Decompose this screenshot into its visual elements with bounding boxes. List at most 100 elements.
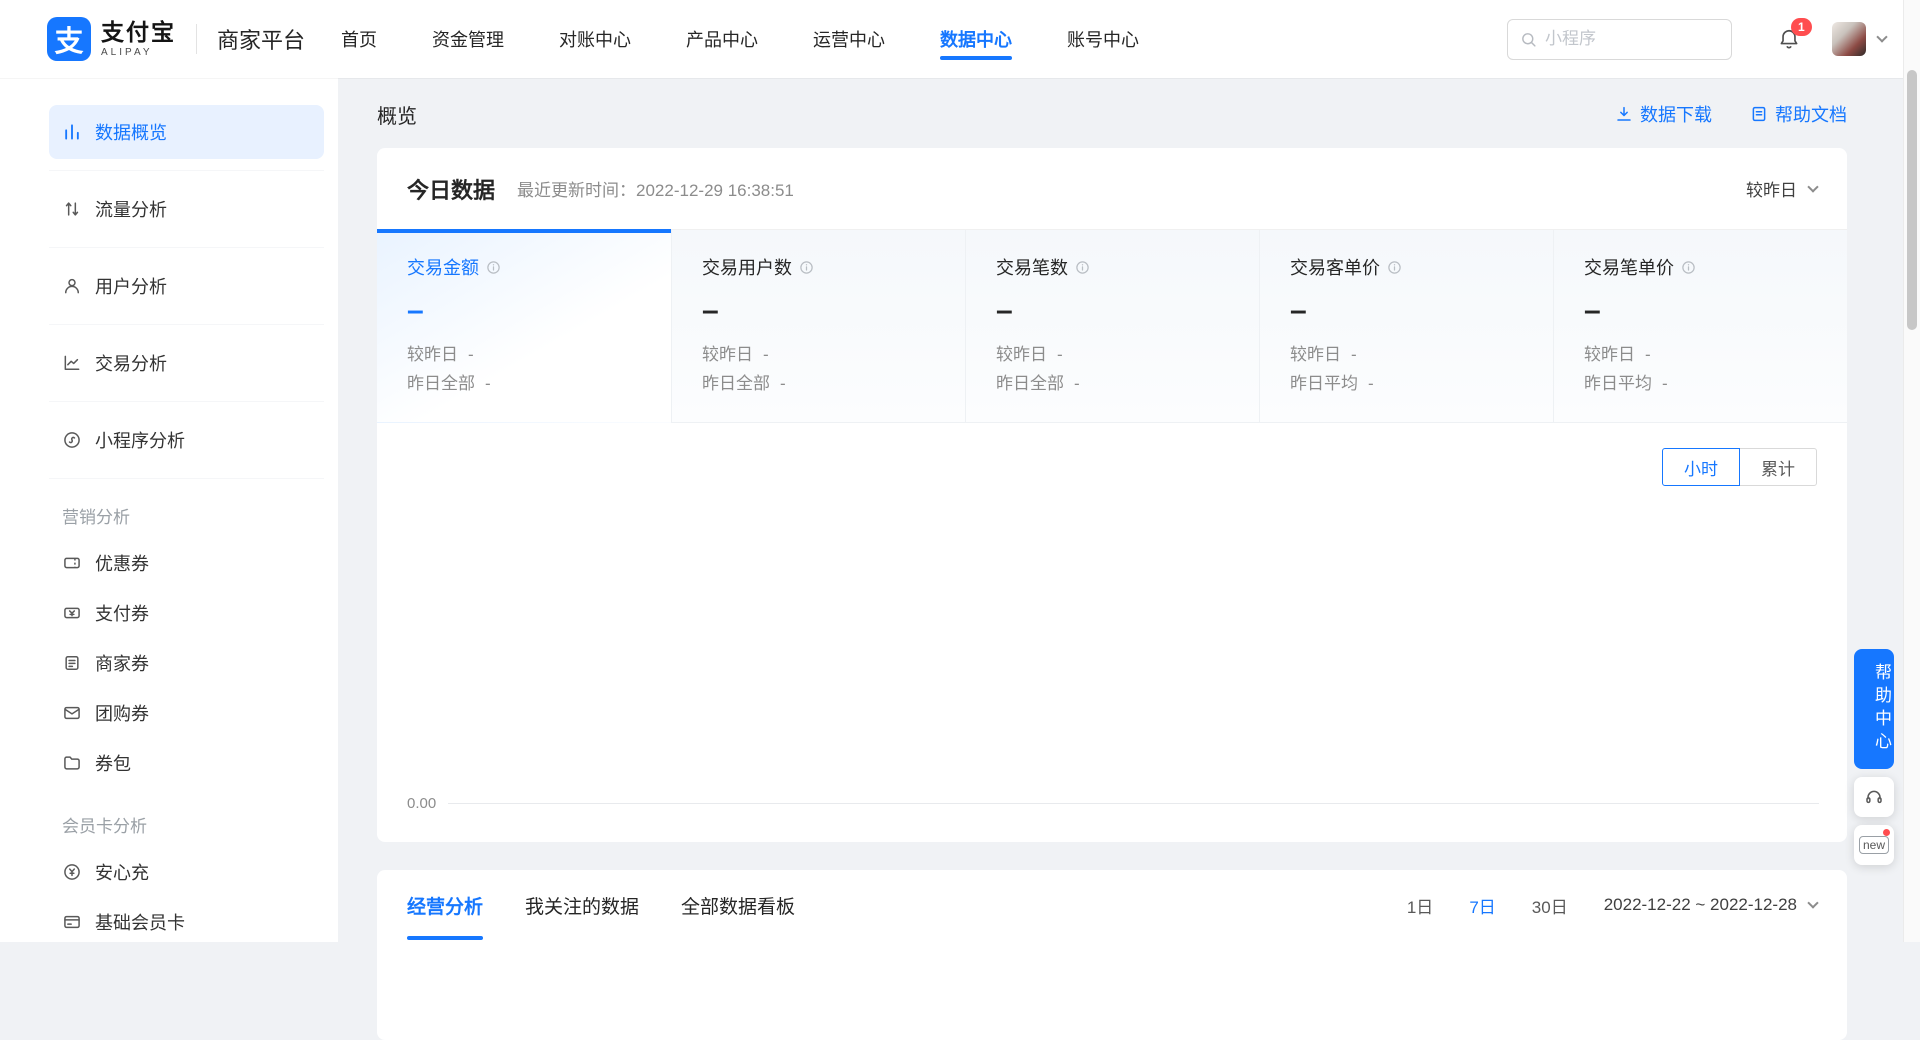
axis-baseline (448, 803, 1819, 804)
sidebar-section-marketing: 营销分析 (49, 503, 324, 528)
y-axis-min-label: 0.00 (407, 795, 436, 812)
info-circle-icon[interactable] (799, 260, 814, 275)
floating-widgets: 帮助中心 new (1854, 649, 1894, 865)
main-nav: 首页 资金管理 对账中心 产品中心 运营中心 数据中心 账号中心 (341, 0, 1139, 78)
red-dot-indicator (1883, 829, 1890, 836)
metric-yesterday-row: 昨日平均- (1290, 369, 1523, 398)
bar-chart-icon (62, 122, 82, 142)
metric-yesterday-row: 昨日全部- (702, 369, 935, 398)
chevron-down-icon (1807, 897, 1818, 908)
sidebar-item-merchant-coupon[interactable]: 商家券 (49, 638, 324, 688)
range-1d-button[interactable]: 1日 (1407, 893, 1433, 918)
analysis-card: 经营分析 我关注的数据 全部数据看板 1日 7日 30日 2022-12-22 … (377, 870, 1847, 1040)
search-icon (1520, 31, 1537, 48)
sidebar-section-member-card: 会员卡分析 (49, 812, 324, 837)
sidebar-item-group-coupon[interactable]: 团购券 (49, 688, 324, 738)
date-range-picker[interactable]: 2022-12-22 ~ 2022-12-28 (1604, 895, 1817, 915)
info-circle-icon[interactable] (1681, 260, 1696, 275)
data-download-label: 数据下载 (1640, 101, 1712, 127)
main-content: 概览 数据下载 帮助文档 今日数据 最近更新时间：2022-12-29 16:3… (338, 78, 1847, 1040)
miniprogram-icon (62, 430, 82, 450)
customer-service-button[interactable] (1854, 777, 1894, 817)
notification-count-badge: 1 (1791, 18, 1812, 36)
help-center-button[interactable]: 帮助中心 (1854, 649, 1894, 769)
user-avatar[interactable] (1832, 22, 1866, 56)
sidebar: 数据概览 流量分析 用户分析 交易分析 (0, 78, 338, 942)
sidebar-item-label: 数据概览 (95, 119, 167, 145)
sidebar-item-data-overview[interactable]: 数据概览 (49, 105, 324, 159)
nav-item-funds[interactable]: 资金管理 (432, 0, 504, 78)
sidebar-item-label: 基础会员卡 (95, 909, 185, 935)
sidebar-item-traffic-analysis[interactable]: 流量分析 (49, 182, 324, 236)
metric-value: – (1290, 296, 1523, 326)
toggle-cumulative-button[interactable]: 累计 (1739, 448, 1817, 486)
account-menu-chevron-down-icon[interactable] (1876, 31, 1887, 42)
sidebar-item-label: 安心充 (95, 859, 149, 885)
download-icon (1615, 105, 1633, 123)
sidebar-item-label: 小程序分析 (95, 427, 185, 453)
nav-item-products[interactable]: 产品中心 (686, 0, 758, 78)
help-doc-link[interactable]: 帮助文档 (1750, 101, 1847, 127)
nav-item-data-center[interactable]: 数据中心 (940, 0, 1012, 78)
top-navigation-bar: 支 支付宝 ALIPAY 商家平台 首页 资金管理 对账中心 产品中心 运营中心… (0, 0, 1920, 78)
metric-yesterday-row: 昨日平均- (1584, 369, 1817, 398)
range-7d-button[interactable]: 7日 (1469, 893, 1495, 918)
brand-divider (196, 24, 197, 54)
sidebar-item-discount-coupon[interactable]: 优惠券 (49, 538, 324, 588)
chevron-down-icon (1807, 181, 1818, 192)
info-circle-icon[interactable] (486, 260, 501, 275)
metric-value: – (1584, 296, 1817, 326)
info-circle-icon[interactable] (1075, 260, 1090, 275)
metric-value: – (702, 296, 935, 326)
whats-new-button[interactable]: new (1854, 825, 1894, 865)
data-download-link[interactable]: 数据下载 (1615, 101, 1712, 127)
sidebar-item-pay-coupon[interactable]: 支付券 (49, 588, 324, 638)
metric-compare-row: 较昨日- (1584, 340, 1817, 369)
notification-bell-button[interactable]: 1 (1778, 28, 1800, 50)
nav-item-operations[interactable]: 运营中心 (813, 0, 885, 78)
range-30d-button[interactable]: 30日 (1532, 893, 1568, 918)
tab-followed-data[interactable]: 我关注的数据 (525, 870, 639, 940)
sidebar-item-label: 流量分析 (95, 196, 167, 222)
search-input[interactable] (1545, 29, 1719, 49)
platform-title: 商家平台 (217, 23, 305, 55)
customer-service-icon (1864, 787, 1884, 807)
metric-tab-avg-per-customer[interactable]: 交易客单价 – 较昨日- 昨日平均- (1259, 230, 1553, 423)
pay-coupon-icon (62, 603, 82, 623)
sidebar-item-trade-analysis[interactable]: 交易分析 (49, 336, 324, 390)
sidebar-item-user-analysis[interactable]: 用户分析 (49, 259, 324, 313)
metric-tab-trade-count[interactable]: 交易笔数 – 较昨日- 昨日全部- (965, 230, 1259, 423)
metric-label: 交易用户数 (702, 254, 792, 280)
nav-item-account[interactable]: 账号中心 (1067, 0, 1139, 78)
metric-tab-trade-amount[interactable]: 交易金额 – 较昨日- 昨日全部- (377, 230, 671, 423)
metric-label: 交易笔数 (996, 254, 1068, 280)
date-range-value: 2022-12-22 ~ 2022-12-28 (1604, 895, 1797, 915)
sidebar-item-label: 交易分析 (95, 350, 167, 376)
sidebar-item-label: 券包 (95, 750, 131, 776)
nav-item-home[interactable]: 首页 (341, 0, 377, 78)
document-icon (1750, 105, 1768, 123)
sidebar-item-basic-member-card[interactable]: 基础会员卡 (49, 897, 324, 942)
metric-tab-avg-per-order[interactable]: 交易笔单价 – 较昨日- 昨日平均- (1553, 230, 1847, 423)
alipay-logo[interactable]: 支 支付宝 ALIPAY (47, 17, 176, 61)
toggle-hour-button[interactable]: 小时 (1662, 448, 1740, 486)
metric-compare-row: 较昨日- (407, 340, 641, 369)
sidebar-item-coupon-pack[interactable]: 券包 (49, 738, 324, 788)
chart-granularity-toggle: 小时 累计 (1662, 448, 1817, 486)
sidebar-item-anxin-recharge[interactable]: 安心充 (49, 847, 324, 897)
info-circle-icon[interactable] (1387, 260, 1402, 275)
topbar-right: 1 (1507, 19, 1886, 60)
tab-all-dashboards[interactable]: 全部数据看板 (681, 870, 795, 940)
page-scrollbar-track[interactable] (1903, 0, 1920, 942)
metric-value: – (996, 296, 1229, 326)
nav-item-reconciliation[interactable]: 对账中心 (559, 0, 631, 78)
metric-tab-trade-users[interactable]: 交易用户数 – 较昨日- 昨日全部- (671, 230, 965, 423)
page-scrollbar-thumb[interactable] (1907, 70, 1917, 330)
search-box[interactable] (1507, 19, 1732, 60)
chart-x-axis: 0.00 (407, 795, 1819, 812)
compare-period-select[interactable]: 较昨日 (1746, 176, 1817, 201)
tab-business-analysis[interactable]: 经营分析 (407, 870, 483, 940)
sidebar-item-miniprogram-analysis[interactable]: 小程序分析 (49, 413, 324, 467)
page-title: 概览 (377, 100, 417, 129)
analysis-tabs: 经营分析 我关注的数据 全部数据看板 (407, 870, 795, 940)
